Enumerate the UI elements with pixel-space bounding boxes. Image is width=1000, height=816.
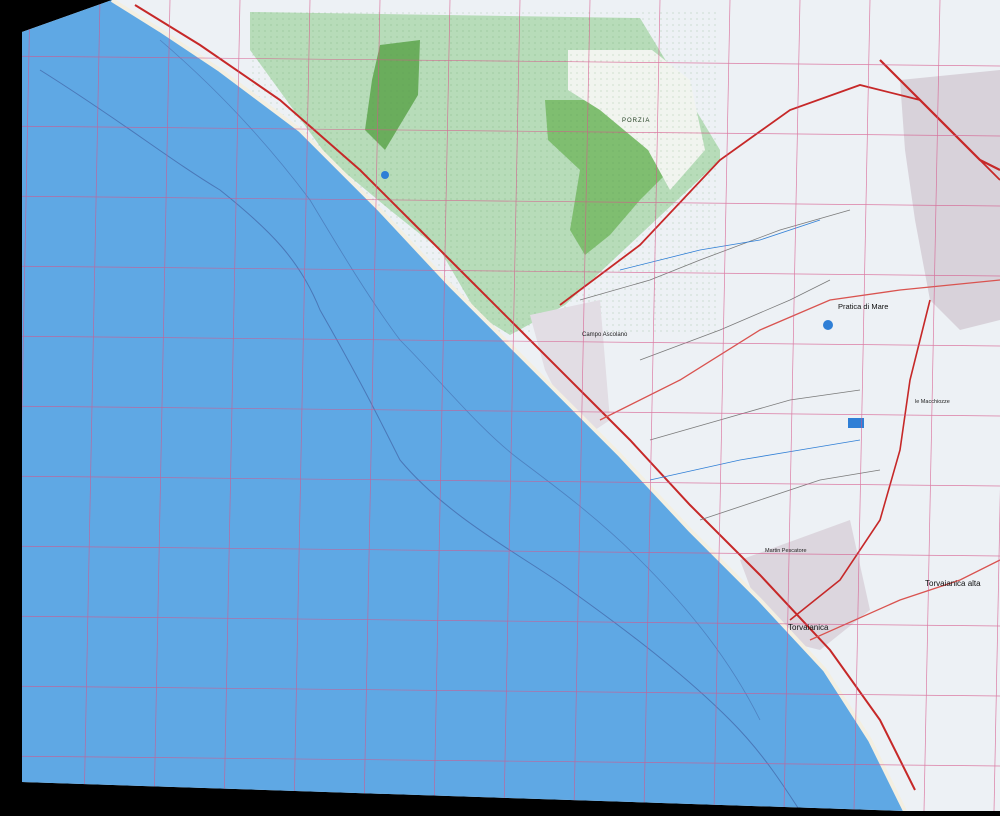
label-martin-pescatore: Martin Pescatore bbox=[765, 548, 807, 554]
label-porzia: PORZIA bbox=[622, 118, 650, 124]
label-torvaianica-alta: Torvaianica alta bbox=[925, 579, 981, 588]
map-sheet bbox=[22, 0, 1000, 811]
pond-small-icon bbox=[823, 320, 833, 330]
label-le-macchiozze: le Macchiozze bbox=[915, 399, 950, 405]
pond-north-icon bbox=[381, 171, 389, 179]
label-pratica-di-mare: Pratica di Mare bbox=[838, 302, 888, 311]
label-campo-ascolano: Campo Ascolano bbox=[582, 332, 628, 338]
label-torvaianica: Torvaianica bbox=[788, 623, 829, 632]
topographic-map[interactable]: PORZIA Campo Ascolano Pratica di Mare le… bbox=[0, 0, 1000, 811]
